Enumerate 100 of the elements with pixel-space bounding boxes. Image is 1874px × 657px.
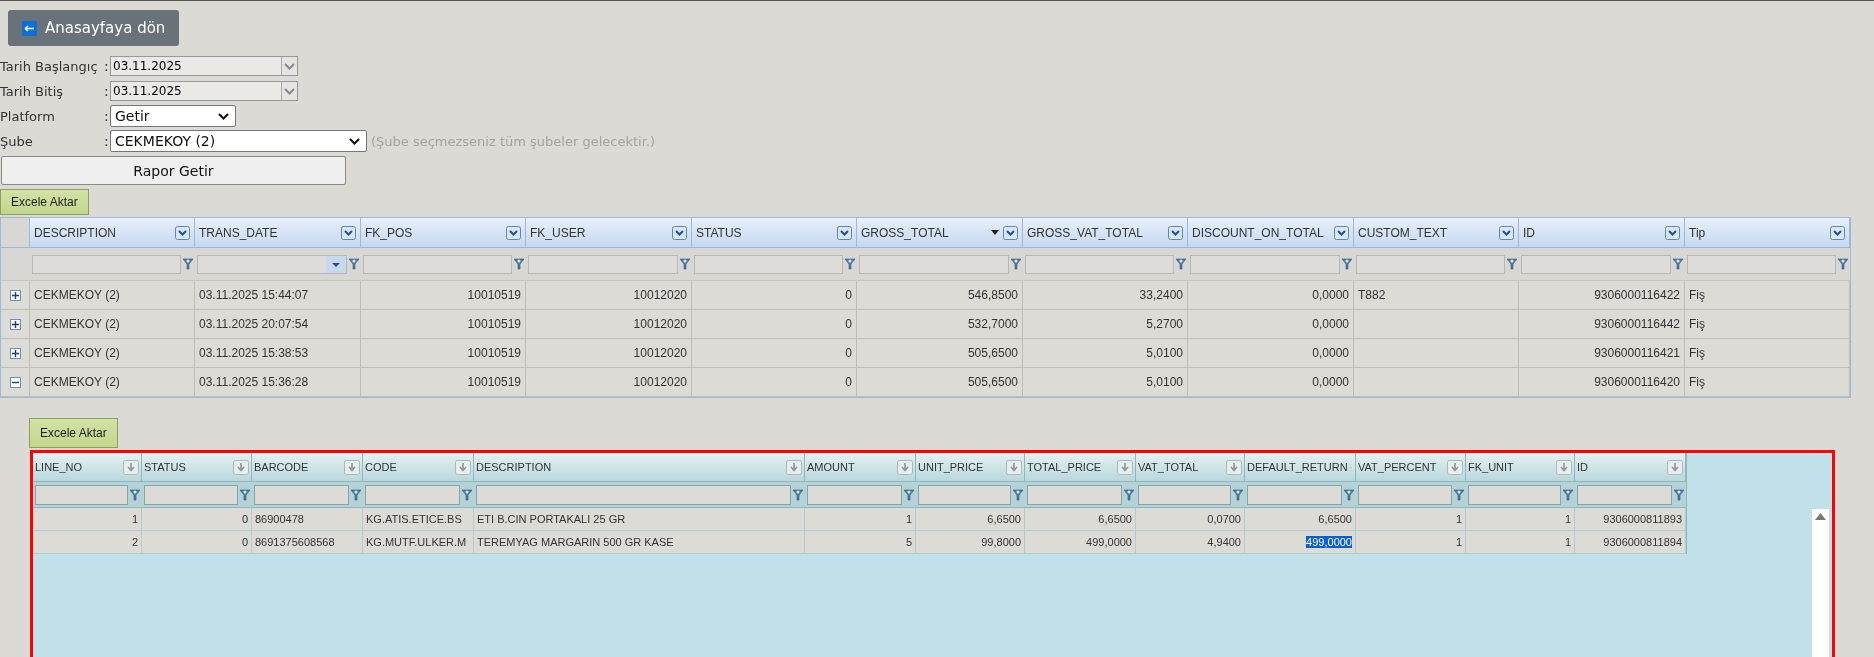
filter-icon[interactable]	[1838, 258, 1848, 270]
filter-field[interactable]	[35, 484, 128, 505]
column-header[interactable]: FK_POS	[361, 218, 526, 248]
scroll-up-icon[interactable]	[1815, 513, 1826, 520]
filter-field[interactable]	[807, 484, 902, 505]
column-header[interactable]: CUSTOM_TEXT	[1354, 218, 1519, 248]
filter-icon[interactable]	[1124, 488, 1134, 501]
field-label: Şube	[0, 133, 34, 149]
filter-field[interactable]	[144, 484, 238, 505]
column-header[interactable]: DESCRIPTION	[474, 453, 805, 482]
filter-icon[interactable]	[1013, 488, 1023, 501]
filter-field[interactable]	[528, 254, 678, 274]
table-cell: 6,6500	[1025, 508, 1136, 531]
filter-icon[interactable]	[349, 258, 359, 270]
column-header[interactable]: Tip	[1685, 218, 1850, 248]
dropdown-button[interactable]	[326, 255, 346, 273]
filter-icon[interactable]	[351, 488, 361, 501]
table-cell: Fiş	[1685, 281, 1850, 310]
filter-icon[interactable]	[130, 488, 140, 501]
filter-field[interactable]	[1138, 484, 1231, 505]
filter-field[interactable]	[476, 484, 791, 505]
column-header[interactable]: STATUS	[692, 218, 857, 248]
filter-icon[interactable]	[1011, 258, 1021, 270]
filter-icon[interactable]	[793, 488, 803, 501]
column-header[interactable]: CODE	[363, 453, 474, 482]
filter-icon[interactable]	[1674, 488, 1684, 501]
filter-field[interactable]	[1356, 254, 1505, 274]
filter-field[interactable]	[32, 254, 181, 274]
filter-field[interactable]	[1468, 484, 1561, 505]
column-header[interactable]: DESCRIPTION	[30, 218, 195, 248]
table-cell: 0,0000	[1188, 339, 1354, 368]
filter-icon[interactable]	[680, 258, 690, 270]
filter-field[interactable]	[1687, 254, 1836, 274]
filter-icon[interactable]	[1233, 488, 1243, 501]
column-header[interactable]: TRANS_DATE	[195, 218, 361, 248]
filter-field[interactable]	[694, 254, 843, 274]
filter-field[interactable]	[1027, 484, 1122, 505]
filter-icon[interactable]	[240, 488, 250, 501]
filter-field[interactable]	[1521, 254, 1671, 274]
filter-icon[interactable]	[1342, 258, 1352, 270]
filter-field[interactable]	[254, 484, 349, 505]
filter-field[interactable]	[1247, 484, 1342, 505]
table-cell: 03.11.2025 20:07:54	[195, 310, 361, 339]
column-header[interactable]: ID	[1519, 218, 1685, 248]
table-cell: 505,6500	[857, 368, 1023, 397]
column-header[interactable]: ID	[1575, 453, 1686, 482]
filter-field[interactable]	[918, 484, 1011, 505]
column-header[interactable]: VAT_TOTAL	[1136, 453, 1245, 482]
column-header[interactable]: FK_UNIT	[1466, 453, 1575, 482]
filter-field[interactable]	[365, 484, 460, 505]
filter-icon[interactable]	[514, 258, 524, 270]
filter-field[interactable]	[363, 254, 512, 274]
filter-field[interactable]	[1577, 484, 1672, 505]
scrollbar[interactable]	[1812, 509, 1829, 657]
expand-button[interactable]	[9, 347, 21, 359]
column-header[interactable]: DISCOUNT_ON_TOTAL	[1188, 218, 1354, 248]
filter-icon[interactable]	[1673, 258, 1683, 270]
sort-descending-icon	[991, 230, 999, 235]
filter-field[interactable]	[1190, 254, 1340, 274]
filter-icon[interactable]	[462, 488, 472, 501]
filter-field[interactable]	[1358, 484, 1452, 505]
expand-button[interactable]	[9, 289, 21, 301]
expand-button[interactable]	[9, 318, 21, 330]
filter-field[interactable]	[197, 254, 347, 274]
column-header[interactable]: UNIT_PRICE	[916, 453, 1025, 482]
table-cell: 5	[805, 531, 916, 554]
table-cell: 0	[692, 339, 857, 368]
report-button[interactable]: Rapor Getir	[1, 156, 346, 185]
filter-icon[interactable]	[1344, 488, 1354, 501]
export-button[interactable]: Excele Aktar	[29, 418, 118, 448]
column-header[interactable]: LINE_NO	[33, 453, 142, 482]
table-cell: 6,6500	[1245, 508, 1356, 531]
filter-icon[interactable]	[1454, 488, 1464, 501]
column-header[interactable]: BARCODE	[252, 453, 363, 482]
chevron-down-icon	[218, 112, 229, 120]
filter-icon[interactable]	[1563, 488, 1573, 501]
column-header[interactable]: DEFAULT_RETURN	[1245, 453, 1356, 482]
export-button[interactable]: Excele Aktar	[0, 189, 89, 215]
column-header[interactable]: GROSS_TOTAL	[857, 218, 1023, 248]
column-header[interactable]: TOTAL_PRICE	[1025, 453, 1136, 482]
select-field[interactable]: Getir	[110, 105, 236, 127]
filter-field[interactable]	[1025, 254, 1174, 274]
filter-icon[interactable]	[1176, 258, 1186, 270]
column-header[interactable]: VAT_PERCENT	[1356, 453, 1466, 482]
filter-icon[interactable]	[183, 258, 193, 270]
filter-icon[interactable]	[1507, 258, 1517, 270]
column-header[interactable]: FK_USER	[526, 218, 692, 248]
table-cell: 10012020	[526, 281, 692, 310]
column-header[interactable]: AMOUNT	[805, 453, 916, 482]
filter-icon[interactable]	[904, 488, 914, 501]
filter-field[interactable]	[859, 254, 1009, 274]
table-cell: 10010519	[361, 368, 526, 397]
back-button[interactable]: Anasayfaya dön	[8, 10, 180, 46]
filter-icon[interactable]	[845, 258, 855, 270]
column-header[interactable]: GROSS_VAT_TOTAL	[1023, 218, 1188, 248]
column-header[interactable]: STATUS	[142, 453, 252, 482]
select-field[interactable]: CEKMEKOY (2)	[110, 130, 367, 152]
table-cell: 2	[33, 531, 142, 554]
collapse-button[interactable]	[9, 376, 21, 388]
table-cell: 6,6500	[916, 508, 1025, 531]
